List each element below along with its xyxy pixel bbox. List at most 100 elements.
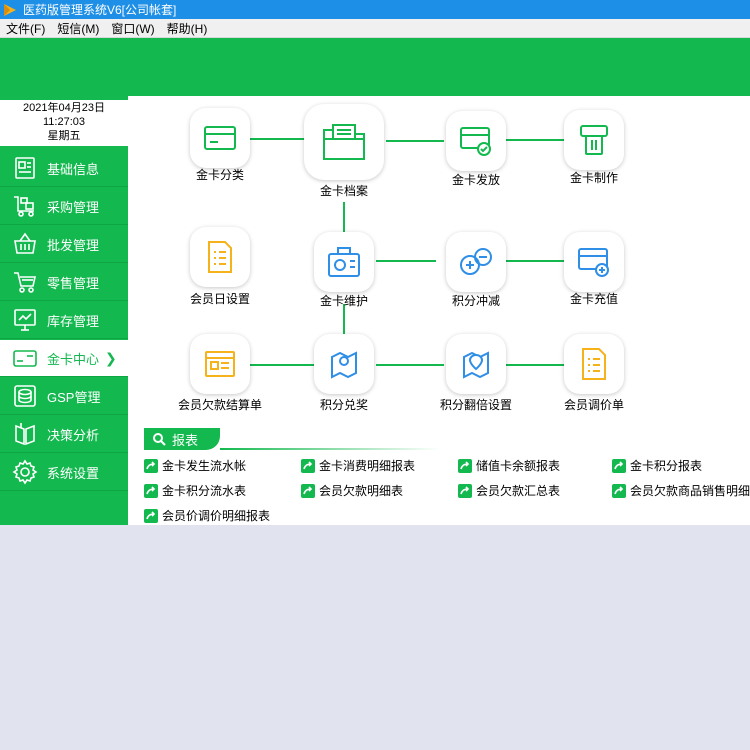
map-pin-double-icon: [463, 351, 489, 379]
tile-label: 会员欠款结算单: [177, 398, 263, 412]
report-link[interactable]: 会员欠款商品销售明细: [612, 482, 750, 499]
report-link-label: 会员价调价明细报表: [162, 509, 271, 523]
report-link[interactable]: 金卡发生流水帐: [144, 457, 246, 474]
card-make-icon: [580, 125, 608, 155]
arrow-link-icon: [144, 508, 158, 523]
report-link-label: 会员欠款商品销售明细: [630, 484, 750, 498]
tile-points-offset[interactable]: [446, 232, 506, 292]
report-tab: 报表: [144, 428, 220, 450]
cart-icon: [14, 272, 36, 293]
card-maintain-icon: [328, 247, 360, 277]
arrow-link-icon: [612, 483, 626, 498]
tile-label: 会员调价单: [563, 398, 625, 412]
card-icon: [13, 350, 37, 367]
gear-icon: [12, 459, 38, 485]
report-link-label: 金卡消费明细报表: [319, 459, 416, 473]
connector-line: [506, 260, 564, 262]
arrow-link-icon: [301, 483, 315, 498]
card-recharge-icon: [578, 248, 609, 277]
menu-file[interactable]: 文件(F): [0, 20, 51, 37]
menu-window[interactable]: 窗口(W): [105, 20, 160, 37]
tile-card-archive[interactable]: [304, 104, 384, 180]
arrow-link-icon: [144, 483, 158, 498]
sidebar-item-gsp[interactable]: GSP管理: [0, 378, 128, 415]
sidebar-item-label: 金卡中心: [47, 351, 100, 367]
tile-label: 金卡发放: [451, 173, 501, 187]
sidebar-item-wholesale[interactable]: 批发管理: [0, 226, 128, 263]
tile-card-category[interactable]: [190, 108, 250, 168]
tile-card-maintain[interactable]: [314, 232, 374, 292]
sidebar-item-purchase[interactable]: 采购管理: [0, 188, 128, 225]
menu-bar: 文件(F) 短信(M) 窗口(W) 帮助(H): [0, 19, 750, 38]
report-link[interactable]: 金卡积分流水表: [144, 482, 246, 499]
sidebar: 2021年04月23日 11:27:03 星期五 基础信息 采购管理 批发管理 …: [0, 96, 128, 525]
tile-label: 积分冲减: [451, 294, 501, 308]
report-link-label: 金卡积分报表: [630, 459, 703, 473]
sidebar-item-label: 库存管理: [47, 313, 100, 329]
tile-points-double[interactable]: [446, 334, 506, 394]
arrow-link-icon: [301, 458, 315, 473]
sidebar-item-label: 系统设置: [47, 465, 100, 481]
report-link[interactable]: 会员欠款明细表: [301, 482, 403, 499]
sidebar-item-label: 零售管理: [47, 275, 100, 291]
tile-card-recharge[interactable]: [564, 232, 624, 292]
book-icon: [15, 423, 35, 446]
basket-icon: [14, 232, 36, 254]
report-section-header: 报表: [144, 428, 440, 450]
tile-price-adjust[interactable]: [564, 334, 624, 394]
tile-member-day[interactable]: [190, 227, 250, 287]
report-link[interactable]: 会员欠款汇总表: [458, 482, 560, 499]
tile-label: 金卡充值: [569, 292, 619, 306]
sidebar-item-retail[interactable]: 零售管理: [0, 264, 128, 301]
report-link-label: 储值卡余额报表: [476, 459, 561, 473]
sidebar-item-gold-card[interactable]: 金卡中心 ❯: [0, 340, 128, 377]
tile-label: 积分兑奖: [319, 398, 369, 412]
tile-label: 金卡档案: [319, 184, 369, 198]
debt-settle-icon: [205, 351, 235, 377]
report-link-label: 金卡发生流水帐: [162, 459, 247, 473]
time-text: 11:27:03: [42, 116, 85, 128]
report-link[interactable]: 金卡消费明细报表: [301, 457, 415, 474]
connector-line: [506, 139, 564, 141]
window-title: 医药版管理系统V6[公司帐套]: [23, 3, 177, 17]
connector-line: [343, 202, 345, 232]
sidebar-item-label: 决策分析: [47, 427, 100, 443]
weekday-text: 星期五: [47, 130, 81, 142]
search-icon: [153, 433, 166, 446]
tile-points-redeem[interactable]: [314, 334, 374, 394]
arrow-link-icon: [458, 458, 472, 473]
sidebar-item-inventory[interactable]: 库存管理: [0, 302, 128, 339]
report-title: 报表: [172, 432, 199, 448]
tile-card-issue[interactable]: [446, 111, 506, 171]
points-offset-icon: [460, 248, 492, 275]
report-link[interactable]: 会员价调价明细报表: [144, 507, 270, 524]
sidebar-item-decision[interactable]: 决策分析: [0, 416, 128, 453]
info-icon: [15, 157, 35, 179]
arrow-link-icon: [612, 458, 626, 473]
report-link[interactable]: 金卡积分报表: [612, 457, 702, 474]
connector-line: [250, 364, 314, 366]
sidebar-item-settings[interactable]: 系统设置: [0, 454, 128, 491]
sidebar-item-label: 基础信息: [47, 161, 100, 177]
tile-card-make[interactable]: [564, 110, 624, 170]
divider: [220, 448, 440, 450]
truck-icon: [14, 196, 34, 217]
report-link-label: 金卡积分流水表: [162, 484, 247, 498]
report-link-label: 会员欠款明细表: [319, 484, 404, 498]
tile-debt-settle[interactable]: [190, 334, 250, 394]
menu-sms[interactable]: 短信(M): [51, 20, 105, 37]
sidebar-item-basic-info[interactable]: 基础信息: [0, 150, 128, 187]
card-issue-icon: [460, 127, 491, 156]
app-logo-icon: [4, 3, 16, 16]
member-day-icon: [208, 241, 232, 273]
tile-label: 金卡维护: [319, 294, 369, 308]
price-adjust-icon: [582, 348, 606, 380]
connector-line: [376, 260, 436, 262]
connector-line: [386, 140, 444, 142]
tile-label: 金卡分类: [195, 168, 245, 182]
connector-line: [506, 364, 564, 366]
menu-help[interactable]: 帮助(H): [161, 20, 214, 37]
board-icon: [14, 309, 36, 331]
report-link[interactable]: 储值卡余额报表: [458, 457, 560, 474]
tile-label: 积分翻倍设置: [439, 398, 513, 412]
